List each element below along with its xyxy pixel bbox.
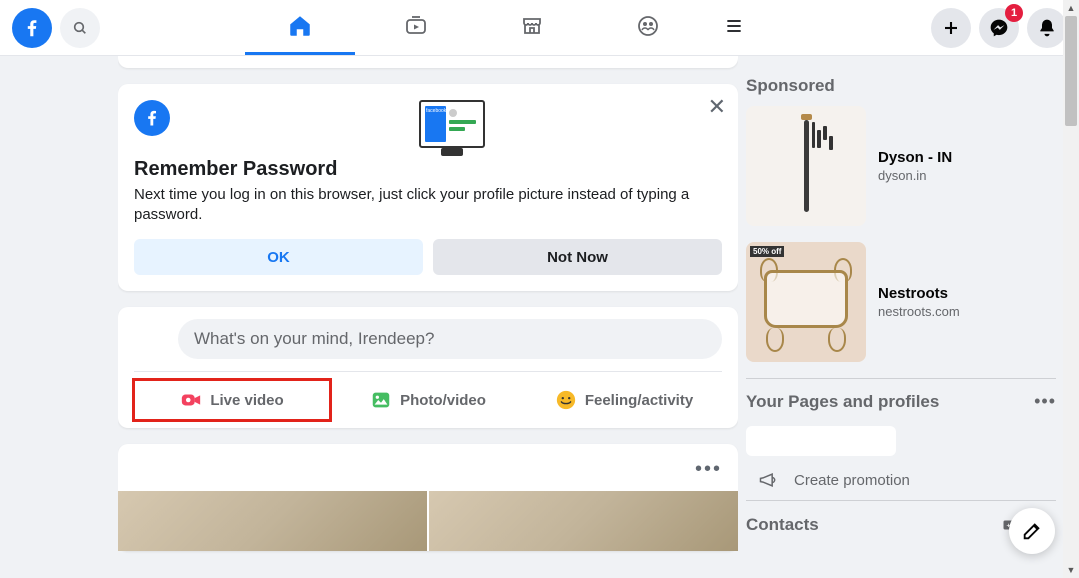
not-now-button[interactable]: Not Now [433, 239, 722, 275]
discount-badge: 50% off [750, 246, 784, 257]
sponsor-name: Nestroots [878, 285, 960, 302]
sponsored-image [746, 106, 866, 226]
notifications-button[interactable] [1027, 8, 1067, 48]
post-image[interactable] [118, 491, 427, 551]
feed-column: ✕ facebook [118, 56, 738, 578]
photo-video-label: Photo/video [400, 392, 486, 409]
post-composer: What's on your mind, Irendeep? Live vide… [118, 307, 738, 428]
feed-post: ••• [118, 444, 738, 551]
sponsored-image: 50% off [746, 242, 866, 362]
top-navbar: 1 [0, 0, 1079, 56]
nav-groups-tab[interactable] [593, 1, 703, 55]
ok-button[interactable]: OK [134, 239, 423, 275]
pages-menu-button[interactable]: ••• [1034, 391, 1056, 412]
search-button[interactable] [60, 8, 100, 48]
messenger-badge: 1 [1005, 4, 1023, 22]
create-promotion-label: Create promotion [794, 472, 910, 489]
live-video-icon [180, 389, 202, 411]
megaphone-icon [758, 470, 778, 490]
composer-input[interactable]: What's on your mind, Irendeep? [178, 319, 722, 359]
remember-password-card: ✕ facebook [118, 84, 738, 291]
photo-video-icon [370, 389, 392, 411]
sponsored-item-nestroots[interactable]: 50% off Nestroots nestroots.com [746, 242, 1056, 362]
post-menu-button[interactable]: ••• [118, 458, 738, 491]
sponsor-url: nestroots.com [878, 304, 960, 319]
edit-icon [1021, 520, 1043, 542]
remember-password-title: Remember Password [134, 158, 722, 181]
edit-fab-button[interactable] [1009, 508, 1055, 554]
facebook-icon [134, 100, 170, 136]
feeling-activity-label: Feeling/activity [585, 392, 693, 409]
page-item[interactable] [746, 426, 896, 456]
nav-menu-tab[interactable] [709, 1, 759, 55]
sponsor-url: dyson.in [878, 168, 952, 183]
sponsor-name: Dyson - IN [878, 149, 952, 166]
nav-watch-tab[interactable] [361, 1, 471, 55]
messenger-button[interactable]: 1 [979, 8, 1019, 48]
monitor-illustration-icon: facebook [182, 100, 722, 148]
stories-strip [118, 56, 738, 68]
close-icon[interactable]: ✕ [708, 94, 726, 120]
post-image[interactable] [429, 491, 738, 551]
live-video-label: Live video [210, 392, 283, 409]
nav-marketplace-tab[interactable] [477, 1, 587, 55]
live-video-button[interactable]: Live video [134, 380, 330, 420]
pages-title: Your Pages and profiles [746, 392, 939, 412]
contacts-title: Contacts [746, 515, 819, 535]
sponsored-title: Sponsored [746, 76, 1056, 96]
scroll-up-arrow[interactable]: ▲ [1063, 0, 1079, 16]
sponsored-item-dyson[interactable]: Dyson - IN dyson.in [746, 106, 1056, 226]
scroll-down-arrow[interactable]: ▼ [1063, 562, 1079, 578]
create-button[interactable] [931, 8, 971, 48]
photo-video-button[interactable]: Photo/video [330, 380, 526, 420]
scroll-thumb[interactable] [1065, 16, 1077, 126]
facebook-logo[interactable] [12, 8, 52, 48]
feeling-icon [555, 389, 577, 411]
remember-password-body: Next time you log in on this browser, ju… [134, 185, 722, 225]
feeling-activity-button[interactable]: Feeling/activity [526, 380, 722, 420]
right-sidebar: Sponsored Dyson - IN dyson.in 50% off [746, 56, 1056, 578]
page-scrollbar[interactable]: ▲ ▼ [1063, 0, 1079, 578]
nav-home-tab[interactable] [245, 1, 355, 55]
create-promotion-button[interactable]: Create promotion [746, 470, 1056, 490]
